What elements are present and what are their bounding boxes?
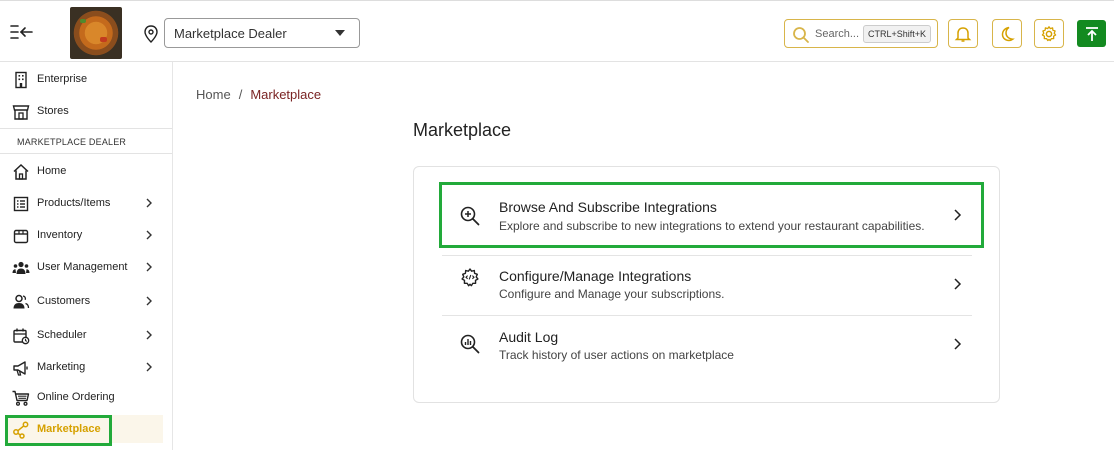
list-icon bbox=[13, 196, 29, 212]
sidebar-item-online-ordering[interactable]: Online Ordering bbox=[0, 382, 172, 412]
chevron-right-icon bbox=[954, 278, 962, 290]
sidebar: Enterprise Stores MARKETPLACE DEALER Hom… bbox=[0, 62, 173, 450]
sidebar-item-scheduler[interactable]: Scheduler bbox=[0, 320, 172, 350]
theme-toggle-button[interactable] bbox=[992, 19, 1022, 48]
search-box[interactable]: Search... CTRL+Shift+K bbox=[784, 19, 938, 48]
option-title: Configure/Manage Integrations bbox=[499, 268, 692, 284]
chevron-right-icon bbox=[146, 362, 152, 372]
breadcrumb-separator: / bbox=[238, 87, 243, 102]
top-bar: Marketplace Dealer Search... CTRL+Shift+… bbox=[0, 0, 1114, 62]
sidebar-item-marketing[interactable]: Marketing bbox=[0, 352, 172, 382]
sidebar-item-home[interactable]: Home bbox=[0, 156, 172, 186]
scroll-top-button[interactable] bbox=[1077, 20, 1106, 47]
sidebar-item-products[interactable]: Products/Items bbox=[0, 188, 172, 218]
store-select[interactable]: Marketplace Dealer bbox=[164, 18, 360, 48]
highlight-box bbox=[439, 182, 984, 248]
sidebar-item-label: Online Ordering bbox=[37, 391, 115, 403]
sidebar-section-label: MARKETPLACE DEALER bbox=[17, 137, 127, 147]
sidebar-divider bbox=[0, 128, 172, 129]
sidebar-item-user-management[interactable]: User Management bbox=[0, 252, 172, 282]
sidebar-item-label: Inventory bbox=[37, 229, 83, 241]
option-description: Track history of user actions on marketp… bbox=[499, 348, 734, 362]
search-chart-icon bbox=[460, 334, 480, 354]
sidebar-item-label: Enterprise bbox=[37, 73, 88, 85]
moon-icon bbox=[1001, 26, 1015, 41]
sidebar-item-label: Marketing bbox=[37, 361, 86, 373]
calendar-icon bbox=[13, 328, 30, 345]
option-description: Configure and Manage your subscriptions. bbox=[499, 287, 725, 301]
sidebar-item-enterprise[interactable]: Enterprise bbox=[0, 64, 172, 94]
customers-icon bbox=[13, 294, 30, 309]
megaphone-icon bbox=[13, 361, 28, 376]
restaurant-logo bbox=[70, 7, 122, 59]
notifications-button[interactable] bbox=[948, 19, 978, 48]
chevron-down-icon bbox=[335, 30, 345, 36]
building-icon bbox=[15, 71, 27, 89]
box-icon bbox=[13, 229, 29, 244]
sidebar-item-label: Products/Items bbox=[37, 197, 111, 209]
breadcrumb-current: Marketplace bbox=[250, 87, 322, 102]
collapse-sidebar-icon[interactable] bbox=[10, 22, 34, 42]
search-shortcut-badge: CTRL+Shift+K bbox=[863, 25, 932, 43]
arrow-up-icon bbox=[1085, 26, 1098, 41]
search-icon bbox=[793, 27, 809, 43]
settings-button[interactable] bbox=[1034, 19, 1064, 48]
page-title: Marketplace bbox=[413, 120, 512, 140]
sidebar-item-label: Stores bbox=[37, 105, 69, 117]
highlight-box bbox=[5, 415, 112, 446]
cart-icon bbox=[12, 390, 30, 406]
audit-log-option[interactable]: Audit Log Track history of user actions … bbox=[442, 315, 972, 375]
breadcrumb-home[interactable]: Home bbox=[196, 87, 231, 102]
search-placeholder: Search... bbox=[815, 28, 860, 40]
configure-integrations-option[interactable]: Configure/Manage Integrations Configure … bbox=[442, 255, 972, 315]
chevron-right-icon bbox=[146, 330, 152, 340]
sidebar-item-inventory[interactable]: Inventory bbox=[0, 220, 172, 250]
chevron-right-icon bbox=[146, 230, 152, 240]
sidebar-item-customers[interactable]: Customers bbox=[0, 286, 172, 316]
sidebar-item-label: Scheduler bbox=[37, 329, 87, 341]
sidebar-item-label: Home bbox=[37, 165, 67, 177]
sidebar-item-stores[interactable]: Stores bbox=[0, 96, 172, 126]
sidebar-divider bbox=[0, 153, 172, 154]
users-icon bbox=[12, 261, 30, 274]
sidebar-item-label: Customers bbox=[37, 295, 91, 307]
location-pin-icon bbox=[143, 25, 159, 43]
chevron-right-icon bbox=[146, 296, 152, 306]
option-title: Audit Log bbox=[499, 329, 559, 345]
home-icon bbox=[13, 163, 29, 180]
gear-code-icon bbox=[461, 268, 479, 287]
sidebar-item-label: User Management bbox=[37, 261, 128, 273]
chevron-right-icon bbox=[146, 198, 152, 208]
breadcrumb: Home / Marketplace bbox=[196, 87, 321, 102]
store-select-value: Marketplace Dealer bbox=[174, 26, 287, 41]
chevron-right-icon bbox=[146, 262, 152, 272]
bell-icon bbox=[954, 26, 972, 42]
store-icon bbox=[12, 105, 30, 120]
gear-icon bbox=[1041, 25, 1057, 41]
chevron-right-icon bbox=[954, 338, 962, 350]
